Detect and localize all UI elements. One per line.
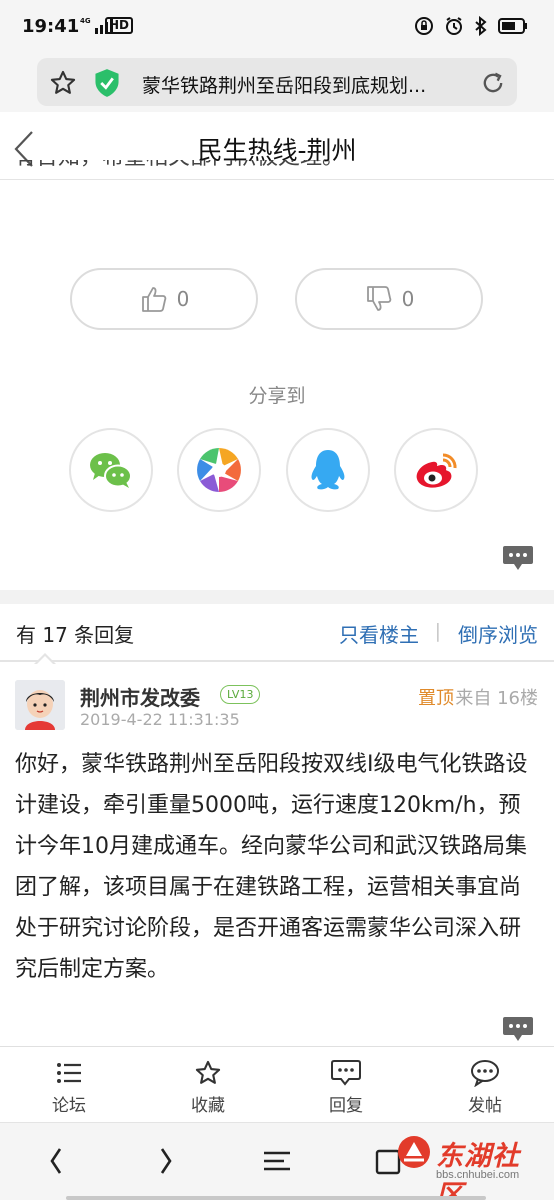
reply-label: 回复 <box>329 1096 363 1116</box>
shield-icon <box>95 69 119 97</box>
network-type: 4G <box>80 17 91 25</box>
reply-button[interactable]: 回复 <box>301 1059 391 1116</box>
bluetooth-icon <box>475 16 487 36</box>
like-count: 0 <box>176 287 190 311</box>
home-indicator <box>66 1196 486 1200</box>
list-icon <box>57 1063 81 1083</box>
back-nav-icon[interactable] <box>46 1145 66 1177</box>
new-post-label: 发帖 <box>468 1096 502 1116</box>
post-time: 2019-4-22 11:31:35 <box>80 710 240 729</box>
address-bar[interactable]: 蒙华铁路荆州至岳阳段到底规划... <box>37 58 517 106</box>
favorite-button[interactable]: 收藏 <box>163 1059 253 1116</box>
only-op-link[interactable]: 只看楼主 <box>339 619 419 648</box>
dislike-count: 0 <box>401 287 415 311</box>
avatar[interactable] <box>15 680 65 730</box>
forum-toolbar: 论坛 收藏 回复 发帖 <box>0 1046 554 1122</box>
tab-notch-inner <box>36 656 54 665</box>
lock-rotation-icon <box>415 17 433 35</box>
author-name[interactable]: 荆州市发改委 <box>80 682 200 711</box>
share-weibo-button[interactable] <box>394 428 478 512</box>
star-outline-icon <box>195 1060 221 1084</box>
weibo-icon <box>416 453 457 488</box>
browser-address-area: 蒙华铁路荆州至岳阳段到底规划... <box>0 52 554 112</box>
watermark-sub: bbs.cnhubei.com <box>436 1169 520 1181</box>
pinned-badge: 置顶 <box>418 688 454 709</box>
separator: | <box>434 620 441 642</box>
star-icon[interactable] <box>49 69 77 97</box>
level-badge: LV13 <box>220 685 261 704</box>
share-wechat-button[interactable] <box>69 428 153 512</box>
forum-button[interactable]: 论坛 <box>24 1059 114 1116</box>
dislike-button[interactable]: 0 <box>295 268 483 330</box>
floor-label: 来自 16楼 <box>455 688 538 709</box>
reply-body: 你好，蒙华铁路荆州至岳阳段按双线I级电气化铁路设计建设，牵引重量5000吨，运行… <box>15 752 528 982</box>
watermark: 东湖社区 bbs.cnhubei.com <box>396 1132 546 1200</box>
new-post-button[interactable]: 发帖 <box>440 1059 530 1116</box>
watermark-title: 东湖社区 <box>436 1141 520 1200</box>
qq-icon <box>311 450 345 490</box>
avatar-image <box>15 680 65 730</box>
post-bubble-icon <box>471 1060 499 1087</box>
status-icons <box>414 16 528 36</box>
clipped-post-text: 有告知，希望相关部门积极处理。 <box>14 160 544 182</box>
moments-icon <box>197 448 241 492</box>
thumbs-down-icon <box>366 286 391 311</box>
share-qq-button[interactable] <box>286 428 370 512</box>
clipped-post-text-content: 有告知，希望相关部门积极处理。 <box>14 160 544 178</box>
status-bar: 19:41 4G HD <box>0 0 554 52</box>
url-title[interactable]: 蒙华铁路荆州至岳阳段到底规划... <box>142 71 462 98</box>
wechat-icon <box>90 453 132 488</box>
forward-nav-icon[interactable] <box>156 1145 176 1177</box>
reply-comment-icon[interactable] <box>502 1015 534 1043</box>
alarm-icon <box>446 17 462 35</box>
reply-count: 有 17 条回复 <box>16 623 135 647</box>
forum-label: 论坛 <box>52 1096 86 1116</box>
favorite-label: 收藏 <box>191 1096 225 1116</box>
replies-bar: 有 17 条回复 只看楼主 | 倒序浏览 <box>0 604 554 662</box>
watermark-logo <box>398 1136 430 1168</box>
comment-icon[interactable] <box>502 544 534 572</box>
hd-icon: HD <box>105 17 134 34</box>
reload-icon[interactable] <box>479 69 507 97</box>
status-time: 19:41 <box>22 16 80 37</box>
share-moments-button[interactable] <box>177 428 261 512</box>
battery-icon <box>498 18 527 34</box>
section-divider <box>0 590 554 604</box>
reply-bubble-icon <box>331 1060 361 1086</box>
reverse-order-link[interactable]: 倒序浏览 <box>458 619 538 648</box>
menu-icon[interactable] <box>262 1145 292 1177</box>
like-button[interactable]: 0 <box>70 268 258 330</box>
share-label: 分享到 <box>248 385 306 407</box>
thumbs-up-icon <box>141 287 166 312</box>
